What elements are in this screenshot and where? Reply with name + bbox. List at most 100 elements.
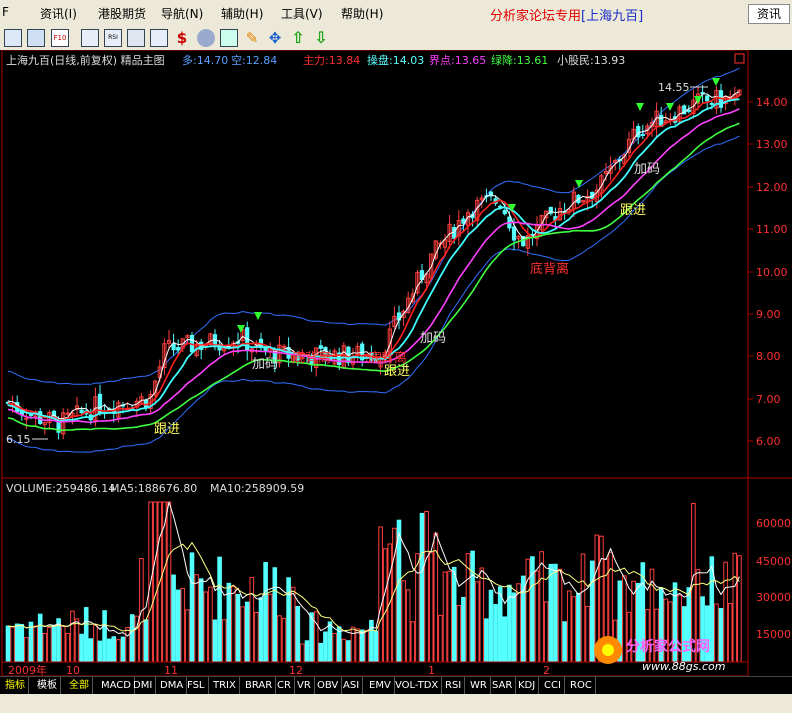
f10-icon[interactable]: F10 [51, 29, 69, 47]
kong-indicator: 空:12.84 [231, 53, 277, 67]
home-icon[interactable] [4, 29, 22, 47]
candle-body [640, 133, 645, 136]
tab-rsi[interactable]: RSI [442, 677, 466, 695]
menu-item-navigate[interactable]: 导航(N) [161, 5, 203, 22]
tab-vr[interactable]: VR [294, 677, 315, 695]
ma-red-line [7, 95, 740, 421]
price-tick: 13.00 [756, 138, 788, 151]
volume-bar [10, 626, 15, 663]
buy-arrow-icon [254, 312, 262, 320]
volume-bar [88, 638, 94, 663]
money-icon[interactable]: $ [173, 29, 191, 47]
tab-template[interactable]: 模板 [34, 677, 61, 695]
arrow-up-icon[interactable]: ⇧ [289, 29, 307, 47]
menu-item-file[interactable]: F [2, 5, 9, 19]
volume-bar [189, 552, 195, 663]
menu-item-help[interactable]: 帮助(H) [341, 5, 383, 22]
tab-kdj[interactable]: KDJ [515, 677, 540, 695]
volume-bar [47, 627, 52, 663]
chart-area[interactable]: 上海九百(日线,前复权) 精品主图 多:14.70 空:12.84 主力:13.… [0, 49, 792, 677]
candle-body [79, 409, 84, 414]
line-chart-icon[interactable] [81, 29, 99, 47]
stock-chart[interactable]: 上海九百(日线,前复权) 精品主图 多:14.70 空:12.84 主力:13.… [0, 49, 792, 677]
volume-bar [286, 577, 291, 663]
volume-bar [350, 626, 356, 663]
volume-bar [405, 589, 411, 663]
tab-indicator[interactable]: 指标 [2, 677, 29, 695]
pencil-icon[interactable]: ✎ [243, 29, 261, 47]
time-tick: 2 [543, 664, 550, 676]
volume-bar [74, 618, 80, 663]
bottom-divergence-signal: 底背离 [368, 350, 407, 366]
tab-roc[interactable]: ROC [567, 677, 596, 695]
tab-cr[interactable]: CR [274, 677, 295, 695]
volume-bar [548, 563, 554, 663]
volume-bar [488, 589, 494, 663]
bollinger-upper-line [7, 67, 740, 385]
volume-bar [732, 552, 738, 663]
low-price-label: 6.15 [6, 433, 31, 446]
rsi-icon[interactable]: RSI [104, 29, 122, 47]
tab-obv[interactable]: OBV [314, 677, 343, 695]
volume-bar [249, 576, 255, 663]
volume-bar [226, 582, 232, 663]
menu-item-tools[interactable]: 工具(V) [281, 5, 323, 22]
volume-bar [24, 637, 29, 663]
volume-bar [180, 587, 186, 663]
chart-menu-icon[interactable] [734, 53, 745, 64]
menu-item-assist[interactable]: 辅助(H) [221, 5, 263, 22]
add-position-signal: 加码 [634, 162, 660, 177]
search-icon[interactable] [27, 29, 45, 47]
tab-trix[interactable]: TRIX [210, 677, 240, 695]
volume-bar [332, 632, 337, 663]
buy-arrow-icon [636, 103, 644, 111]
link-icon[interactable] [197, 29, 215, 47]
volume-bar [244, 601, 250, 663]
tab-all[interactable]: 全部 [66, 677, 93, 695]
chart-title: 上海九百(日线,前复权) 精品主图 [6, 53, 165, 67]
candle-body [709, 102, 714, 105]
menu-item-hk-futures[interactable]: 港股期货 [98, 5, 146, 22]
tab-emv[interactable]: EMV [366, 677, 395, 695]
volume-tick: 60000 [756, 517, 791, 530]
volume-bar [419, 512, 425, 663]
tab-wr[interactable]: WR [467, 677, 491, 695]
export-icon[interactable] [220, 29, 238, 47]
volume-bar [37, 613, 43, 663]
tab-cci[interactable]: CCI [541, 677, 565, 695]
price-tick: 12.00 [756, 181, 788, 194]
table-icon[interactable] [150, 29, 168, 47]
status-strip [0, 694, 792, 713]
tab-asi[interactable]: ASI [340, 677, 364, 695]
menu-item-info[interactable]: 资讯(I) [40, 5, 77, 22]
grid-icon[interactable] [127, 29, 145, 47]
volume-bar [543, 601, 549, 663]
candle-body [28, 413, 34, 416]
info-button[interactable]: 资讯(X) [748, 4, 790, 39]
volume-bar [111, 636, 117, 663]
volume-bar [718, 608, 724, 663]
tab-fsl[interactable]: FSL [184, 677, 209, 695]
volume-bar [194, 574, 199, 663]
volume-bar [263, 562, 268, 663]
volume-bar [470, 550, 475, 663]
candle-body [705, 95, 710, 102]
volume-bar [378, 526, 383, 663]
volume-bar [171, 574, 176, 663]
volume-bar [208, 586, 213, 663]
volume-bar [401, 580, 406, 663]
buy-arrow-icon [575, 180, 583, 188]
volume-bar [359, 629, 365, 663]
candle-body [65, 412, 70, 415]
tab-brar[interactable]: BRAR [242, 677, 277, 695]
arrow-down-icon[interactable]: ⇩ [312, 29, 330, 47]
move-icon[interactable]: ✥ [266, 29, 284, 47]
tab-dmi[interactable]: DMI [130, 677, 157, 695]
jiedian-indicator: 界点:13.65 [429, 54, 486, 67]
candle-body [171, 343, 176, 351]
time-tick: 2009年 [8, 663, 47, 676]
tab-vol-tdx[interactable]: VOL-TDX [392, 677, 443, 695]
tab-dma[interactable]: DMA [157, 677, 188, 695]
volume-bar [479, 567, 485, 663]
tab-sar[interactable]: SAR [489, 677, 517, 695]
